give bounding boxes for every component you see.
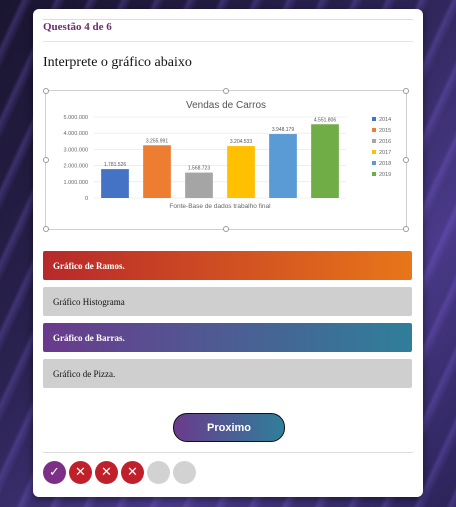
- legend-swatch: [372, 161, 376, 165]
- divider: [43, 452, 413, 453]
- answer-option[interactable]: Gráfico de Ramos.: [43, 251, 412, 280]
- bar: [185, 172, 213, 198]
- answer-option[interactable]: Gráfico Histograma: [43, 287, 412, 316]
- legend-label: 2019: [379, 172, 391, 178]
- resize-handle: [403, 157, 409, 163]
- legend-swatch: [372, 172, 376, 176]
- bar: [269, 134, 297, 198]
- resize-handle: [43, 226, 49, 232]
- chart-title: Vendas de Carros: [186, 100, 266, 111]
- data-label: 1.781.526: [104, 162, 126, 168]
- resize-handle: [403, 226, 409, 232]
- y-tick-label: 0: [85, 196, 88, 202]
- chart-image: Vendas de Carros 5.000.000 4.000.000 3.000.…: [43, 88, 409, 232]
- legend-swatch: [372, 150, 376, 154]
- progress-indicator: ✓ ✕ ✕ ✕: [43, 461, 196, 484]
- y-tick-label: 2.000.000: [64, 164, 88, 170]
- resize-handle: [43, 157, 49, 163]
- legend-label: 2015: [379, 128, 391, 134]
- y-tick-label: 4.000.000: [64, 131, 88, 137]
- pending-dot: [147, 461, 170, 484]
- x-icon: ✕: [95, 461, 118, 484]
- data-label: 4.551.806: [314, 117, 336, 123]
- data-label: 3.204.533: [230, 139, 252, 145]
- legend-swatch: [372, 139, 376, 143]
- bar: [143, 145, 171, 198]
- bar: [101, 169, 129, 198]
- legend-label: 2018: [379, 161, 391, 167]
- resize-handle: [223, 226, 229, 232]
- x-icon: ✕: [121, 461, 144, 484]
- check-icon: ✓: [43, 461, 66, 484]
- quiz-card: Questão 4 de 6 Interprete o gráfico abai…: [33, 9, 423, 497]
- bar-chart: Vendas de Carros 5.000.000 4.000.000 3.000.…: [64, 100, 392, 210]
- divider: [43, 19, 413, 20]
- divider: [43, 41, 413, 42]
- legend-swatch: [372, 117, 376, 121]
- y-tick-label: 3.000.000: [64, 147, 88, 153]
- y-tick-label: 5.000.000: [64, 115, 88, 121]
- next-button[interactable]: Proximo: [173, 413, 285, 442]
- chart-caption: Fonte-Base de dados trabalho final: [169, 203, 271, 210]
- question-counter: Questão 4 de 6: [43, 21, 112, 33]
- legend-label: 2016: [379, 139, 391, 145]
- x-icon: ✕: [69, 461, 92, 484]
- answer-option[interactable]: Gráfico de Pizza.: [43, 359, 412, 388]
- data-label: 3.255.991: [146, 138, 168, 144]
- legend-label: 2014: [379, 117, 391, 123]
- resize-handle: [403, 88, 409, 94]
- resize-handle: [223, 88, 229, 94]
- y-tick-label: 1.000.000: [64, 180, 88, 186]
- legend-swatch: [372, 128, 376, 132]
- resize-handle: [43, 88, 49, 94]
- bar: [311, 124, 339, 198]
- data-label: 1.568.723: [188, 166, 210, 172]
- data-label: 3.948.179: [272, 127, 294, 133]
- answer-options: Gráfico de Ramos. Gráfico Histograma Gráfi…: [43, 251, 412, 395]
- pending-dot: [173, 461, 196, 484]
- question-prompt: Interprete o gráfico abaixo: [43, 55, 192, 70]
- legend-label: 2017: [379, 150, 391, 156]
- bar: [227, 146, 255, 198]
- answer-option[interactable]: Gráfico de Barras.: [43, 323, 412, 352]
